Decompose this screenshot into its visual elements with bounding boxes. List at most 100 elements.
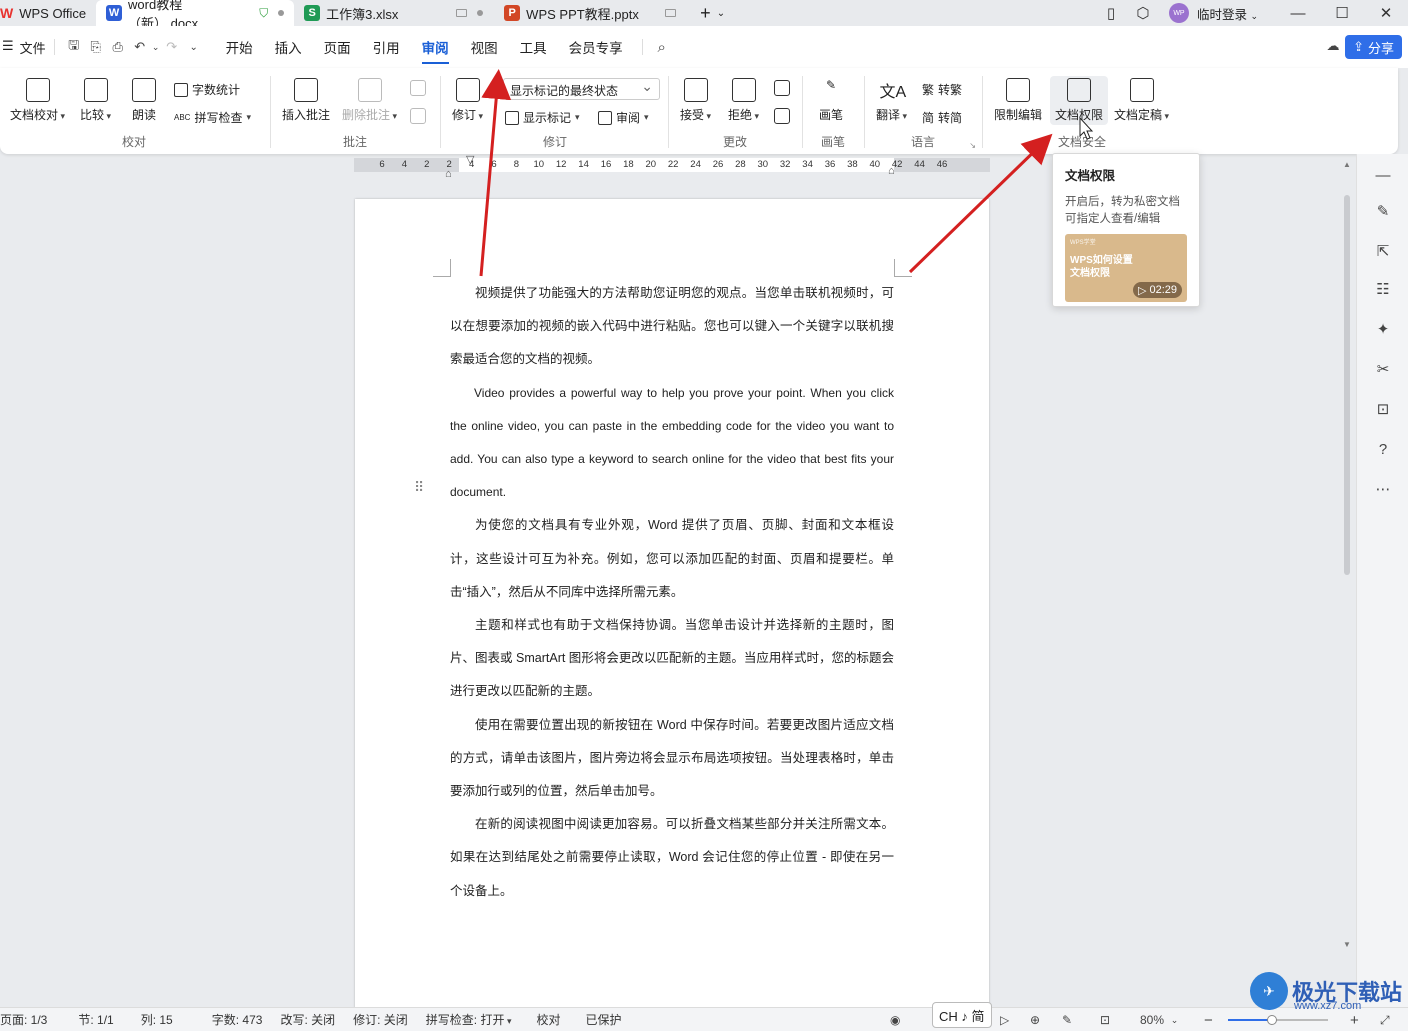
next-comment-button[interactable]	[410, 108, 426, 128]
chat-icon[interactable]: ☁	[1322, 38, 1344, 54]
eye-icon[interactable]: ◉	[890, 1008, 900, 1031]
status-overwrite[interactable]: 改写: 关闭	[271, 1011, 344, 1028]
scroll-thumb[interactable]	[1344, 195, 1350, 575]
adjust-sliders-icon[interactable]: ☷	[1373, 280, 1393, 300]
play-view-icon[interactable]: ▷	[1000, 1008, 1009, 1031]
status-section[interactable]: 节: 1/1	[56, 1011, 122, 1028]
login-button[interactable]: 临时登录 ⌄	[1197, 4, 1258, 23]
more-dropdown-icon[interactable]: ⌄	[183, 42, 205, 53]
reject-button[interactable]: 拒绝	[728, 78, 759, 123]
help-icon[interactable]: ?	[1373, 440, 1393, 460]
fit-page-icon[interactable]: ⊡	[1100, 1008, 1110, 1031]
status-column[interactable]: 列: 15	[123, 1011, 182, 1028]
tab-wps-office[interactable]: W WPS Office	[0, 0, 96, 26]
paragraph[interactable]: 主题和样式也有助于文档保持协调。当您单击设计并选择新的主题时，图片、图表或 Sm…	[450, 609, 894, 709]
zoom-knob[interactable]	[1267, 1015, 1277, 1025]
tab-ppt[interactable]: P WPS PPT教程.pptx	[494, 0, 690, 26]
book-search-icon[interactable]: ⊡	[1373, 400, 1393, 420]
undo-icon[interactable]: ↶	[129, 39, 151, 55]
delete-comment-button[interactable]: 删除批注	[342, 78, 397, 123]
translate-button[interactable]: 文A 翻译	[876, 78, 907, 123]
paragraph[interactable]: 在新的阅读视图中阅读更加容易。可以折叠文档某些部分并关注所需文本。如果在达到结尾…	[450, 808, 894, 908]
undo-dropdown-icon[interactable]: ⌄	[151, 42, 161, 53]
tab-sheet[interactable]: S 工作簿3.xlsx	[294, 0, 494, 26]
menu-reference[interactable]: 引用	[362, 37, 411, 57]
status-page[interactable]: 页面: 1/3	[0, 1011, 56, 1028]
search-icon[interactable]: ⌕	[651, 39, 673, 56]
zoom-slider[interactable]	[1228, 1019, 1328, 1021]
zoom-select[interactable]: 80% ⌄	[1140, 1008, 1178, 1031]
status-spell[interactable]: 拼写检查: 打开	[417, 1011, 521, 1028]
word-count-button[interactable]: 字数统计	[174, 81, 240, 98]
file-menu[interactable]: ☰ 文件	[0, 38, 46, 57]
pen-button[interactable]: ✎ 画笔	[819, 78, 843, 123]
status-word-count[interactable]: 字数: 473	[182, 1011, 272, 1028]
menu-view[interactable]: 视图	[460, 37, 509, 57]
menu-tools[interactable]: 工具	[509, 37, 558, 57]
to-simplified-button[interactable]: 简转简	[922, 109, 962, 126]
select-pointer-icon[interactable]: ⇱	[1373, 242, 1393, 262]
edit-pen-icon[interactable]: ✎	[1373, 202, 1393, 222]
show-marks-button[interactable]: 显示标记	[505, 109, 580, 126]
prev-comment-button[interactable]	[410, 80, 426, 100]
restrict-edit-button[interactable]: 限制编辑	[994, 78, 1042, 123]
indent-right-icon[interactable]: ⌂	[888, 165, 895, 177]
menu-start[interactable]: 开始	[215, 37, 264, 57]
finalize-button[interactable]: 文档定稿	[1114, 78, 1169, 123]
markup-display-select[interactable]: 显示标记的最终状态	[503, 78, 660, 100]
drag-handle-icon[interactable]: ⠿	[414, 480, 424, 494]
paragraph[interactable]: 视频提供了功能强大的方法帮助您证明您的观点。当您单击联机视频时，可以在想要添加的…	[450, 277, 894, 377]
save-icon[interactable]: 🖫	[63, 36, 85, 58]
minimize-button[interactable]: —	[1276, 5, 1320, 22]
zoom-out-icon[interactable]: −	[1204, 1008, 1213, 1031]
to-traditional-button[interactable]: 繁转繁	[922, 81, 962, 98]
tab-word-doc[interactable]: W word教程（新）.docx ⛉	[96, 0, 295, 31]
close-button[interactable]: ✕	[1364, 4, 1408, 22]
doc-check-button[interactable]: 文档校对	[10, 78, 65, 123]
indent-left-icon[interactable]: ⌂	[445, 168, 452, 180]
layout-icon[interactable]: ▯	[1095, 4, 1127, 22]
redo-icon[interactable]: ↷	[161, 39, 183, 55]
ai-icon[interactable]: ✦	[1373, 320, 1393, 340]
doc-permission-button[interactable]: 文档权限	[1050, 76, 1109, 125]
web-view-icon[interactable]: ⊕	[1030, 1008, 1040, 1031]
maximize-button[interactable]: ☐	[1320, 4, 1364, 22]
menu-review[interactable]: 审阅	[411, 37, 460, 64]
read-aloud-button[interactable]: 朗读	[132, 78, 156, 123]
paragraph[interactable]: 使用在需要位置出现的新按钮在 Word 中保存时间。若要更改图片适应文档的方式，…	[450, 709, 894, 809]
paragraph[interactable]: Video provides a powerful way to help yo…	[450, 377, 894, 510]
indent-marker-icon[interactable]: ▽	[466, 153, 474, 166]
vertical-scrollbar[interactable]: ▲ ▼	[1342, 160, 1352, 1010]
more-icon[interactable]: ⋯	[1373, 480, 1393, 500]
fullscreen-icon[interactable]: ⤢	[1380, 1008, 1390, 1031]
menu-member[interactable]: 会员专享	[558, 37, 634, 57]
paragraph[interactable]: 为使您的文档具有专业外观，Word 提供了页眉、页脚、封面和文本框设计，这些设计…	[450, 509, 894, 609]
menu-insert[interactable]: 插入	[264, 37, 313, 57]
export-icon[interactable]: ⎘	[85, 39, 107, 55]
tools-icon[interactable]: ✂	[1373, 360, 1393, 380]
revise-button[interactable]: 修订	[452, 78, 483, 123]
write-view-icon[interactable]: ✎	[1062, 1008, 1072, 1031]
print-preview-icon[interactable]: ⎙	[107, 39, 129, 55]
prev-change-button[interactable]	[774, 80, 790, 100]
cube-icon[interactable]: ⬡	[1127, 4, 1159, 22]
collapse-icon[interactable]: —	[1373, 166, 1393, 186]
status-protected[interactable]: 已保护	[570, 1011, 631, 1028]
review-pane-button[interactable]: 审阅	[598, 109, 649, 126]
scroll-up-icon[interactable]: ▲	[1343, 160, 1351, 169]
scroll-down-icon[interactable]: ▼	[1343, 940, 1351, 949]
avatar[interactable]: WP	[1168, 3, 1189, 23]
insert-comment-button[interactable]: 插入批注	[282, 78, 330, 123]
status-proof[interactable]: 校对	[521, 1011, 570, 1028]
menu-page[interactable]: 页面	[313, 37, 362, 57]
document-body[interactable]: 视频提供了功能强大的方法帮助您证明您的观点。当您单击联机视频时，可以在想要添加的…	[450, 277, 894, 908]
ime-indicator[interactable]: CH ♪ 简	[932, 1002, 992, 1028]
new-tab-button[interactable]: + ⌄	[690, 0, 735, 26]
next-change-button[interactable]	[774, 108, 790, 128]
accept-button[interactable]: 接受	[680, 78, 711, 123]
tutorial-video-thumbnail[interactable]: WPS学堂 WPS如何设置文档权限 ▷ 02:29	[1065, 234, 1187, 302]
compare-button[interactable]: 比较	[80, 78, 111, 123]
share-button[interactable]: ⇪ 分享	[1345, 35, 1402, 59]
spell-check-button[interactable]: ABC 拼写检查	[174, 109, 251, 126]
document-page[interactable]: 视频提供了功能强大的方法帮助您证明您的观点。当您单击联机视频时，可以在想要添加的…	[355, 199, 989, 1011]
